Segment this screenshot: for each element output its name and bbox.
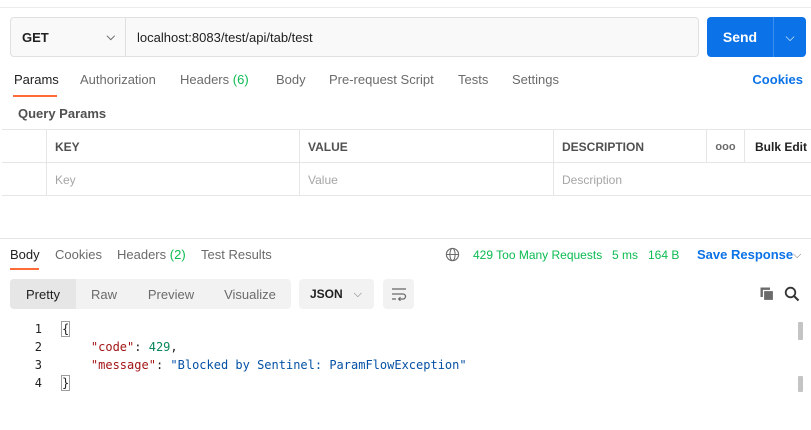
method-label: GET (22, 29, 49, 45)
query-params-title: Query Params (18, 106, 107, 121)
chevron-down-icon: ⌵ (106, 30, 115, 43)
line-number: 4 (34, 376, 42, 390)
column-header-description: DESCRIPTION (553, 130, 706, 163)
request-url-bar: GET ⌵ localhost:8083/test/api/tab/test (10, 17, 699, 57)
wrap-lines-button[interactable] (383, 279, 414, 309)
tab-authorization[interactable]: Authorization (80, 72, 156, 87)
send-label: Send (722, 29, 758, 45)
active-tab-indicator (13, 95, 57, 97)
response-tabs: Body Cookies Headers (2) Test Results (0, 247, 811, 270)
search-icon[interactable] (784, 286, 800, 302)
response-tab-cookies[interactable]: Cookies (55, 247, 102, 262)
response-format-tabs: Pretty Raw Preview Visualize (10, 279, 291, 309)
query-params-table: KEY VALUE DESCRIPTION ooo Bulk Edit Key … (2, 129, 811, 196)
save-response-chevron-icon[interactable]: ⌵ (793, 249, 801, 262)
format-pretty[interactable]: Pretty (10, 279, 76, 309)
json-value-code: 429 (148, 340, 171, 354)
code-line: 4 } (0, 374, 790, 392)
code-line: 1 { (0, 320, 790, 338)
key-input[interactable]: Key (46, 163, 299, 196)
active-response-tab-indicator (10, 268, 39, 270)
code-text: } (60, 375, 71, 391)
line-number: 3 (34, 358, 42, 372)
copy-icon[interactable] (759, 286, 775, 302)
description-input[interactable]: Description (553, 163, 706, 196)
code-line: 2 "code": 429, (0, 338, 790, 356)
scrollbar-marker (798, 376, 803, 392)
tab-settings[interactable]: Settings (512, 72, 559, 87)
json-value-message: "Blocked by Sentinel: ParamFlowException… (170, 358, 467, 372)
row-checkbox-cell (2, 163, 46, 196)
response-time[interactable]: 5 ms (612, 248, 638, 262)
tab-headers-label: Headers (180, 72, 230, 87)
value-input[interactable]: Value (299, 163, 553, 196)
tab-params[interactable]: Params (14, 72, 59, 87)
response-body-editor[interactable]: 1 { 2 "code": 429, 3 "message": "Blocked… (0, 320, 811, 430)
format-visualize[interactable]: Visualize (210, 279, 290, 309)
code-text: "code": 429, (90, 340, 178, 354)
send-button[interactable]: Send ⌵ (707, 17, 806, 57)
save-response-button[interactable]: Save Response (697, 247, 793, 262)
table-row: Key Value Description (2, 163, 811, 196)
tab-tests[interactable]: Tests (458, 72, 488, 87)
globe-icon[interactable] (445, 247, 460, 262)
response-tab-body[interactable]: Body (10, 247, 40, 262)
json-key-code: "code" (90, 340, 135, 354)
close-brace: } (60, 375, 71, 391)
bulk-edit-button[interactable]: Bulk Edit (744, 130, 811, 163)
column-header-key: KEY (46, 130, 299, 163)
code-text: "message": "Blocked by Sentinel: ParamFl… (90, 358, 467, 372)
format-preview[interactable]: Preview (134, 279, 208, 309)
table-header-row: KEY VALUE DESCRIPTION ooo Bulk Edit (2, 130, 811, 163)
request-tabs: Params Authorization Headers (6) Body Pr… (0, 72, 811, 97)
top-divider (0, 0, 811, 8)
response-tab-headers[interactable]: Headers (2) (117, 247, 186, 262)
cookies-link[interactable]: Cookies (752, 72, 803, 87)
json-key-message: "message" (90, 358, 156, 372)
format-raw[interactable]: Raw (76, 279, 132, 309)
tab-pre-request-script[interactable]: Pre-request Script (329, 72, 434, 87)
response-tab-headers-label: Headers (117, 247, 167, 262)
url-input[interactable]: localhost:8083/test/api/tab/test (126, 30, 313, 45)
tab-headers-count: (6) (232, 72, 249, 87)
tab-body[interactable]: Body (276, 72, 306, 87)
line-number: 1 (34, 322, 42, 336)
code-text: { (60, 321, 71, 337)
response-tab-headers-count: (2) (169, 247, 186, 262)
open-brace: { (60, 321, 71, 337)
language-label: JSON (310, 287, 343, 301)
chevron-down-icon: ⌵ (353, 287, 362, 300)
status-code[interactable]: 429 Too Many Requests (473, 248, 602, 262)
vertical-scrollbar[interactable] (798, 322, 803, 340)
send-dropdown-chevron-icon[interactable]: ⌵ (774, 30, 806, 45)
method-select[interactable]: GET ⌵ (11, 18, 126, 56)
tab-headers[interactable]: Headers (6) (180, 72, 249, 87)
more-options-icon[interactable]: ooo (706, 130, 744, 163)
checkbox-column-header (2, 130, 46, 163)
code-line: 3 "message": "Blocked by Sentinel: Param… (0, 356, 790, 374)
response-tab-test-results[interactable]: Test Results (201, 247, 272, 262)
line-number: 2 (34, 340, 42, 354)
language-select[interactable]: JSON ⌵ (299, 279, 374, 309)
column-header-value: VALUE (299, 130, 553, 163)
wrap-lines-icon (391, 288, 406, 301)
response-size[interactable]: 164 B (648, 248, 679, 262)
request-response-divider[interactable] (0, 238, 811, 239)
